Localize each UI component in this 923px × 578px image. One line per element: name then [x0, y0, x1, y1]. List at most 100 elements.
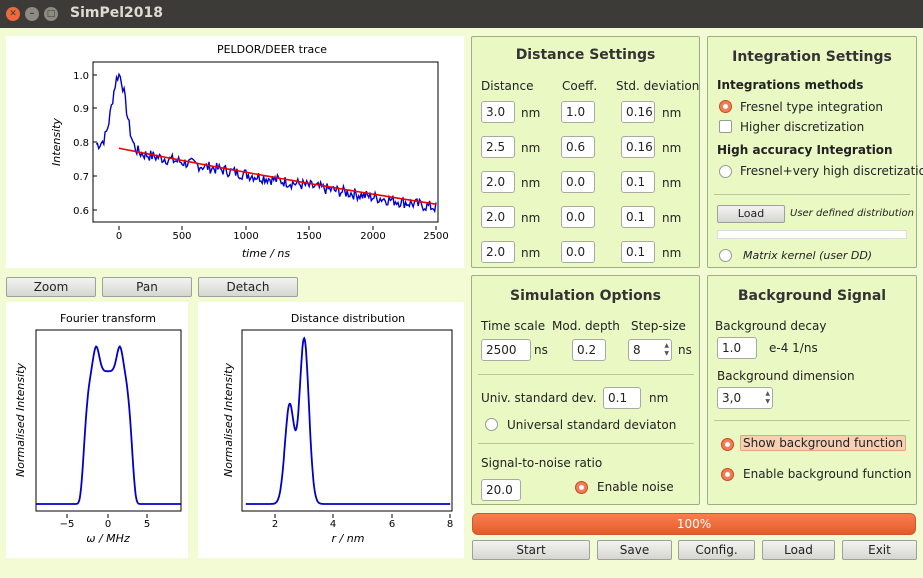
distance-input[interactable]: 2.0: [481, 171, 515, 193]
background-dimension-spinner[interactable]: 3,0 ▲ ▼: [717, 387, 773, 409]
background-decay-label: Background decay: [715, 319, 827, 333]
univ-std-input[interactable]: 0.1: [603, 387, 641, 409]
fourier-plot-panel: Fourier transform −5 0 5 ω / MHz Normalise…: [6, 302, 188, 558]
separator: [714, 420, 910, 421]
fourier-xlabel: ω / MHz: [86, 532, 130, 545]
distance-unit: nm: [521, 141, 541, 155]
snr-input[interactable]: 20.0: [481, 479, 521, 501]
std-input[interactable]: 0.16: [621, 101, 655, 123]
std-unit: nm: [662, 246, 682, 260]
fresnel-very-radio[interactable]: [719, 165, 732, 178]
load-button[interactable]: Load: [762, 540, 835, 560]
background-decay-input[interactable]: 1.0: [717, 337, 757, 359]
distance-xlabel: r / nm: [332, 532, 365, 545]
show-background-radio[interactable]: [721, 438, 734, 451]
tick-label: 5: [144, 519, 150, 530]
trace-title: PELDOR/DEER trace: [217, 43, 327, 56]
simulation-options-group: Simulation Options Time scale Mod. depth…: [471, 275, 700, 505]
distance-settings-title: Distance Settings: [515, 47, 656, 63]
distance-ylabel: Normalised Intensity: [222, 363, 235, 477]
universal-std-label: Universal standard deviaton: [507, 418, 677, 432]
coeff-header: Coeff.: [562, 79, 598, 93]
fourier-line: [36, 345, 181, 505]
step-size-spinner[interactable]: 8 ▲ ▼: [628, 339, 672, 361]
coeff-input[interactable]: 1.0: [561, 101, 595, 123]
distance-unit: nm: [521, 211, 541, 225]
coeff-input[interactable]: 0.6: [561, 136, 595, 158]
fresnel-radio[interactable]: [719, 100, 732, 113]
univ-std-label: Univ. standard dev.: [481, 391, 597, 405]
tick-label: 1000: [233, 231, 258, 242]
exit-button[interactable]: Exit: [842, 540, 917, 560]
higher-discretization-label: Higher discretization: [740, 120, 865, 134]
trace-ylabel: Intensity: [50, 118, 63, 166]
coeff-input[interactable]: 0.0: [561, 171, 595, 193]
matrix-kernel-label: Matrix kernel (user DD): [743, 249, 873, 262]
coeff-input[interactable]: 0.0: [561, 241, 595, 263]
distance-line: [245, 336, 451, 505]
tick-label: −5: [60, 519, 75, 530]
std-unit: nm: [662, 106, 682, 120]
trace-xlabel: time / ns: [242, 247, 291, 260]
std-input[interactable]: 0.1: [621, 241, 655, 263]
fresnel-very-label: Fresnel+very high discretization: [740, 164, 923, 178]
enable-background-radio[interactable]: [721, 468, 734, 481]
close-icon[interactable]: ✕: [6, 7, 20, 21]
integration-settings-title: Integration Settings: [732, 49, 892, 65]
tick-label: 0.6: [73, 206, 89, 217]
tick-label: 0.9: [73, 104, 89, 115]
background-decay-unit: e-4 1/ns: [769, 341, 818, 355]
load-progress-bar: [717, 230, 907, 239]
step-size-value: 8: [633, 343, 641, 357]
std-unit: nm: [662, 141, 682, 155]
distance-input[interactable]: 3.0: [481, 101, 515, 123]
matrix-kernel-radio[interactable]: [719, 249, 732, 262]
tick-label: 0.7: [73, 172, 89, 183]
distance-input[interactable]: 2.0: [481, 241, 515, 263]
tick-label: 1500: [296, 231, 321, 242]
pan-button[interactable]: Pan: [102, 277, 192, 297]
universal-std-radio[interactable]: [485, 418, 498, 431]
std-input[interactable]: 0.1: [621, 171, 655, 193]
distance-input[interactable]: 2.5: [481, 136, 515, 158]
fourier-axes: [35, 329, 182, 512]
mod-depth-input[interactable]: 0.2: [572, 339, 606, 361]
tick-label: 8: [447, 519, 453, 530]
config-button[interactable]: Config.: [678, 540, 755, 560]
tick-label: 0: [116, 231, 122, 242]
detach-button[interactable]: Detach: [198, 277, 298, 297]
tick-label: 0: [105, 519, 111, 530]
time-scale-input[interactable]: 2500: [481, 339, 531, 361]
distance-unit: nm: [521, 246, 541, 260]
mod-depth-label: Mod. depth: [552, 319, 620, 333]
trace-axes: [92, 61, 439, 223]
tick-label: 6: [389, 519, 395, 530]
std-input[interactable]: 0.1: [621, 206, 655, 228]
trace-data-line: [95, 72, 437, 214]
tick-label: 2: [272, 519, 278, 530]
start-button[interactable]: Start: [472, 540, 590, 560]
minimize-icon[interactable]: –: [25, 7, 39, 21]
background-dimension-label: Background dimension: [717, 369, 855, 383]
trace-plot-panel: PELDOR/DEER trace 0 500 1000 1500 2000 2500 1…: [6, 36, 464, 268]
distance-input[interactable]: 2.0: [481, 206, 515, 228]
spinner-arrows-icon[interactable]: ▲ ▼: [664, 342, 669, 358]
window-title: SimPel2018: [70, 5, 163, 21]
std-unit: nm: [662, 211, 682, 225]
save-button[interactable]: Save: [597, 540, 672, 560]
time-scale-label: Time scale: [481, 319, 546, 333]
enable-noise-radio[interactable]: [575, 481, 588, 494]
higher-discretization-checkbox[interactable]: [719, 120, 732, 133]
spinner-arrows-icon[interactable]: ▲ ▼: [765, 390, 770, 406]
std-input[interactable]: 0.16: [621, 136, 655, 158]
load-distribution-button[interactable]: Load: [717, 205, 785, 223]
maximize-icon[interactable]: □: [44, 7, 58, 21]
distance-axes: [241, 329, 453, 512]
tick-label: 1.0: [73, 71, 89, 82]
coeff-input[interactable]: 0.0: [561, 206, 595, 228]
zoom-button[interactable]: Zoom: [6, 277, 96, 297]
std-header: Std. deviation: [616, 79, 700, 93]
univ-std-unit: nm: [649, 391, 669, 405]
fourier-ylabel: Normalised Intensity: [14, 363, 27, 477]
fresnel-label: Fresnel type integration: [740, 100, 884, 114]
